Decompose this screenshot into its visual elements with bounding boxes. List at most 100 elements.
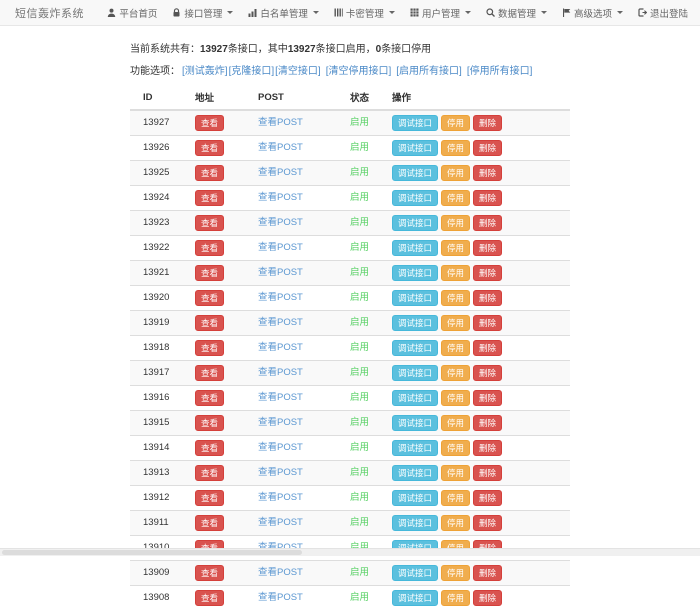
- disable-button[interactable]: 停用: [441, 415, 470, 431]
- view-post-link[interactable]: 查看POST: [258, 167, 303, 178]
- disable-all-api-link[interactable]: [停用所有接口]: [467, 62, 533, 77]
- delete-button[interactable]: 删除: [473, 240, 502, 256]
- nav-item-api-management[interactable]: 接口管理: [172, 6, 233, 20]
- view-post-link[interactable]: 查看POST: [258, 417, 303, 428]
- view-post-link[interactable]: 查看POST: [258, 492, 303, 503]
- view-post-link[interactable]: 查看POST: [258, 117, 303, 128]
- debug-button[interactable]: 调试接口: [392, 140, 438, 156]
- debug-button[interactable]: 调试接口: [392, 165, 438, 181]
- delete-button[interactable]: 删除: [473, 190, 502, 206]
- view-post-link[interactable]: 查看POST: [258, 142, 303, 153]
- disable-button[interactable]: 停用: [441, 215, 470, 231]
- delete-button[interactable]: 删除: [473, 590, 502, 606]
- horizontal-scrollbar[interactable]: [0, 548, 700, 556]
- disable-button[interactable]: 停用: [441, 290, 470, 306]
- view-post-link[interactable]: 查看POST: [258, 292, 303, 303]
- view-button[interactable]: 查看: [195, 365, 224, 381]
- view-post-link[interactable]: 查看POST: [258, 467, 303, 478]
- view-post-link[interactable]: 查看POST: [258, 242, 303, 253]
- delete-button[interactable]: 删除: [473, 290, 502, 306]
- debug-button[interactable]: 调试接口: [392, 365, 438, 381]
- delete-button[interactable]: 删除: [473, 340, 502, 356]
- debug-button[interactable]: 调试接口: [392, 515, 438, 531]
- disable-button[interactable]: 停用: [441, 515, 470, 531]
- disable-button[interactable]: 停用: [441, 440, 470, 456]
- debug-button[interactable]: 调试接口: [392, 265, 438, 281]
- disable-button[interactable]: 停用: [441, 565, 470, 581]
- view-button[interactable]: 查看: [195, 165, 224, 181]
- view-button[interactable]: 查看: [195, 265, 224, 281]
- debug-button[interactable]: 调试接口: [392, 565, 438, 581]
- debug-button[interactable]: 调试接口: [392, 340, 438, 356]
- view-post-link[interactable]: 查看POST: [258, 442, 303, 453]
- disable-button[interactable]: 停用: [441, 140, 470, 156]
- delete-button[interactable]: 删除: [473, 415, 502, 431]
- view-post-link[interactable]: 查看POST: [258, 392, 303, 403]
- delete-button[interactable]: 删除: [473, 390, 502, 406]
- view-button[interactable]: 查看: [195, 140, 224, 156]
- view-button[interactable]: 查看: [195, 290, 224, 306]
- view-button[interactable]: 查看: [195, 565, 224, 581]
- debug-button[interactable]: 调试接口: [392, 415, 438, 431]
- delete-button[interactable]: 删除: [473, 265, 502, 281]
- nav-item-data-management[interactable]: 数据管理: [486, 6, 547, 20]
- delete-button[interactable]: 删除: [473, 490, 502, 506]
- view-post-link[interactable]: 查看POST: [258, 517, 303, 528]
- delete-button[interactable]: 删除: [473, 565, 502, 581]
- debug-button[interactable]: 调试接口: [392, 115, 438, 131]
- view-button[interactable]: 查看: [195, 240, 224, 256]
- disable-button[interactable]: 停用: [441, 265, 470, 281]
- view-button[interactable]: 查看: [195, 215, 224, 231]
- delete-button[interactable]: 删除: [473, 215, 502, 231]
- view-button[interactable]: 查看: [195, 340, 224, 356]
- delete-button[interactable]: 删除: [473, 165, 502, 181]
- view-button[interactable]: 查看: [195, 515, 224, 531]
- view-button[interactable]: 查看: [195, 490, 224, 506]
- horizontal-scrollbar-thumb[interactable]: [2, 550, 302, 555]
- enable-all-api-link[interactable]: [启用所有接口]: [396, 62, 462, 77]
- disable-button[interactable]: 停用: [441, 590, 470, 606]
- disable-button[interactable]: 停用: [441, 115, 470, 131]
- disable-button[interactable]: 停用: [441, 190, 470, 206]
- debug-button[interactable]: 调试接口: [392, 590, 438, 606]
- clone-api-link[interactable]: [克隆接口]: [229, 62, 275, 77]
- delete-button[interactable]: 删除: [473, 315, 502, 331]
- view-post-link[interactable]: 查看POST: [258, 367, 303, 378]
- test-bomb-link[interactable]: [测试轰炸]: [182, 62, 228, 77]
- debug-button[interactable]: 调试接口: [392, 440, 438, 456]
- debug-button[interactable]: 调试接口: [392, 290, 438, 306]
- delete-button[interactable]: 删除: [473, 365, 502, 381]
- view-post-link[interactable]: 查看POST: [258, 192, 303, 203]
- delete-button[interactable]: 删除: [473, 440, 502, 456]
- nav-item-logout[interactable]: 退出登陆: [638, 6, 688, 20]
- debug-button[interactable]: 调试接口: [392, 315, 438, 331]
- nav-item-advanced-options[interactable]: 高级选项: [562, 6, 623, 20]
- view-post-link[interactable]: 查看POST: [258, 317, 303, 328]
- disable-button[interactable]: 停用: [441, 465, 470, 481]
- view-post-link[interactable]: 查看POST: [258, 567, 303, 578]
- disable-button[interactable]: 停用: [441, 240, 470, 256]
- disable-button[interactable]: 停用: [441, 365, 470, 381]
- view-button[interactable]: 查看: [195, 590, 224, 606]
- delete-button[interactable]: 删除: [473, 115, 502, 131]
- debug-button[interactable]: 调试接口: [392, 190, 438, 206]
- nav-item-user-management[interactable]: 用户管理: [410, 6, 471, 20]
- disable-button[interactable]: 停用: [441, 340, 470, 356]
- nav-item-card-key-management[interactable]: 卡密管理: [334, 6, 395, 20]
- clear-disabled-api-link[interactable]: [清空停用接口]: [326, 62, 392, 77]
- debug-button[interactable]: 调试接口: [392, 465, 438, 481]
- view-button[interactable]: 查看: [195, 190, 224, 206]
- disable-button[interactable]: 停用: [441, 490, 470, 506]
- view-button[interactable]: 查看: [195, 115, 224, 131]
- clear-api-link[interactable]: [清空接口]: [275, 62, 321, 77]
- nav-item-whitelist-management[interactable]: 白名单管理: [248, 6, 319, 20]
- view-button[interactable]: 查看: [195, 390, 224, 406]
- disable-button[interactable]: 停用: [441, 390, 470, 406]
- debug-button[interactable]: 调试接口: [392, 240, 438, 256]
- view-post-link[interactable]: 查看POST: [258, 342, 303, 353]
- view-post-link[interactable]: 查看POST: [258, 217, 303, 228]
- view-button[interactable]: 查看: [195, 465, 224, 481]
- view-button[interactable]: 查看: [195, 415, 224, 431]
- view-button[interactable]: 查看: [195, 440, 224, 456]
- debug-button[interactable]: 调试接口: [392, 390, 438, 406]
